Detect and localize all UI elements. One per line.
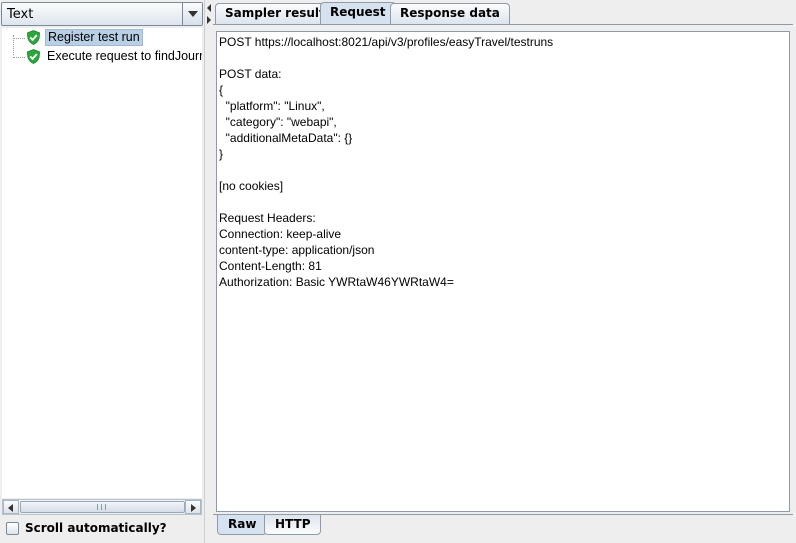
view-mode-value: Text — [7, 7, 34, 22]
request-line: Content-Length: 81 — [219, 259, 322, 273]
collapse-right-icon[interactable] — [207, 16, 211, 24]
request-line: [no cookies] — [219, 179, 284, 193]
request-line: Connection: keep-alive — [219, 227, 342, 241]
request-line: POST https://localhost:8021/api/v3/profi… — [219, 35, 554, 49]
tab-request[interactable]: Request — [320, 2, 396, 24]
request-line: "platform": "Linux", — [219, 99, 325, 113]
request-line: Request Headers: — [219, 211, 316, 225]
horizontal-scrollbar[interactable] — [2, 499, 202, 515]
request-line: Authorization: Basic YWRtaW46YWRtaW4= — [219, 275, 454, 289]
request-line — [219, 50, 787, 66]
request-line: POST data: — [219, 67, 282, 81]
request-line — [219, 162, 787, 178]
scroll-automatically-checkbox[interactable] — [6, 522, 19, 535]
arrow-left-icon — [8, 504, 13, 512]
scroll-left-button[interactable] — [3, 500, 19, 514]
scroll-right-button[interactable] — [185, 500, 201, 514]
success-check-icon — [27, 30, 40, 45]
request-line: "additionalMetaData": {} — [219, 131, 353, 145]
request-line: "category": "webapi", — [219, 115, 337, 129]
grip-icon — [97, 504, 106, 510]
results-tree: Register test run Execute request to fin… — [2, 28, 202, 498]
request-text-area[interactable]: POST https://localhost:8021/api/v3/profi… — [216, 31, 790, 512]
request-line: content-type: application/json — [219, 243, 375, 257]
scroll-automatically-label: Scroll automatically? — [25, 521, 167, 535]
view-mode-select[interactable]: Text — [1, 2, 203, 26]
right-panel: Sampler result Request Response data POS… — [213, 0, 796, 543]
tab-http[interactable]: HTTP — [264, 515, 322, 535]
request-line: } — [219, 147, 224, 161]
tree-item-label: Execute request to findJourn — [47, 49, 202, 63]
left-panel: Text Register test run Execute request t… — [0, 0, 204, 543]
tree-item-label: Register test run — [45, 29, 143, 46]
tab-sampler-result[interactable]: Sampler result — [215, 3, 335, 24]
tab-response-data[interactable]: Response data — [390, 3, 510, 24]
tree-connector — [13, 38, 25, 39]
scrollbar-thumb[interactable] — [20, 501, 185, 513]
split-pane-divider[interactable] — [204, 0, 213, 543]
request-content: POST https://localhost:8021/api/v3/profi… — [219, 34, 787, 290]
tab-strip-border — [213, 24, 793, 25]
success-check-icon — [27, 49, 40, 64]
request-line: { — [219, 83, 224, 97]
request-line — [219, 194, 787, 210]
arrow-right-icon — [191, 504, 196, 512]
collapse-left-icon[interactable] — [207, 4, 211, 12]
chevron-down-icon — [188, 11, 198, 17]
dropdown-button[interactable] — [182, 3, 202, 25]
tab-raw[interactable]: Raw — [217, 515, 268, 535]
tree-connector — [13, 57, 25, 58]
